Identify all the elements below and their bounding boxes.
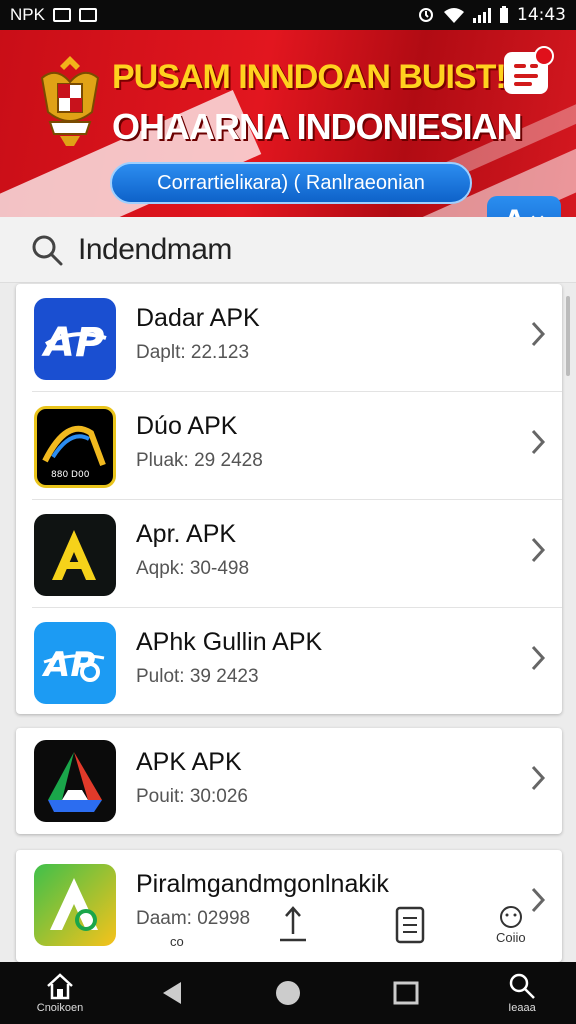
floating-toolbar: co Coiio [150,904,550,956]
smiley-icon [499,906,522,928]
nav-recents-button[interactable] [386,962,426,1024]
upload-icon[interactable] [276,904,310,944]
chevron-right-icon [531,645,546,671]
nav-home-circle-button[interactable] [268,962,308,1024]
app-drive-triangle-icon [34,740,116,822]
app-name: APK APK [136,748,242,776]
list-item[interactable]: APK APK Pouit: 30:026 [16,728,562,834]
toolbar-left-label: co [170,934,184,949]
list-item[interactable]: 880 D00 Dúo APK Pluak: 29 2428 [16,392,562,500]
nav-home-button[interactable]: Cnoikoen [30,962,90,1024]
search-bar[interactable]: Indendmam [0,217,576,283]
navigation-bar: Cnoikoen Ieaaa [0,962,576,1024]
close-icon: × [530,206,545,218]
app-list-card: AP Dadar APK Daplt: 22.123 880 D00 Dúo A… [16,284,562,714]
search-icon [32,235,63,265]
app-cyan-ap-icon: AP [34,622,116,704]
app-name: Dadar APK [136,304,260,332]
category-pill-button[interactable]: Corrartieliкara) ( Ranlraeonian [110,162,472,204]
list-item[interactable]: Apr. APK Aqpk: 30-498 [16,500,562,608]
banner-title-line1: PUSAM INNDOAN BUIST! [112,58,507,96]
home-circle-icon [276,981,300,1005]
banner-title-line2: OHAARNA INDONIESIAN [112,106,523,147]
app-list-card: APK APK Pouit: 30:026 [16,728,562,834]
chevron-right-icon [531,765,546,791]
status-bar: NPK 14:43 [0,0,576,30]
app-meta: Pulot: 39 2423 [136,666,259,687]
status-time: 14:43 [517,5,566,25]
status-carrier-text: NPK [10,5,45,24]
translate-icon: A [503,203,526,218]
alarm-icon [419,8,433,22]
nav-home-label: Cnoikoen [36,1002,84,1014]
search-icon [509,973,535,999]
app-ap-blue-icon: AP [34,298,116,380]
wifi-icon [444,8,464,23]
battery-icon [500,6,508,23]
list-item[interactable]: AP APhk Gullin APK Pulot: 39 2423 [16,608,562,716]
app-meta: Pluak: 29 2428 [136,450,263,471]
app-meta: Daplt: 22.123 [136,342,250,363]
app-green-a-icon [34,864,116,946]
document-icon[interactable] [394,904,426,946]
app-name: APhk Gullin APK [136,628,323,656]
recents-icon [393,981,419,1005]
toolbar-item-left[interactable]: co [170,934,184,949]
nav-search-button[interactable]: Ieaaa [494,962,550,1024]
toolbar-right-label: Coiio [496,930,526,945]
toolbar-item-right[interactable]: Coiio [496,904,526,945]
chevron-right-icon [531,537,546,563]
search-input[interactable]: Indendmam [78,233,232,267]
notification-button[interactable] [504,46,554,94]
app-name: Apr. APK [136,520,237,548]
gallery-notification-icon [52,8,71,22]
list-item[interactable]: AP Dadar APK Daplt: 22.123 [16,284,562,392]
hero-banner: PUSAM INNDOAN BUIST! OHAARNA INDONIESIAN… [0,30,576,217]
app-name: Piralmgandmgonlnakik [136,870,389,898]
chevron-right-icon [531,429,546,455]
app-name: Dúo APK [136,412,238,440]
home-icon [47,973,73,1000]
back-icon [163,982,181,1004]
translate-button[interactable]: A × [487,196,561,217]
nav-back-button[interactable] [152,962,192,1024]
svg-text:880 D00: 880 D00 [51,470,90,480]
notification-badge [534,46,554,66]
nav-search-label: Ieaaa [508,1002,536,1014]
app-meta: Pouit: 30:026 [136,786,248,807]
app-dua-gold-icon: 880 D00 [34,406,116,488]
scrollbar-thumb[interactable] [566,296,570,376]
garuda-emblem-icon [40,56,100,146]
chevron-right-icon [531,321,546,347]
app-yellow-a-icon [34,514,116,596]
app-notification-icon [78,8,97,22]
app-meta: Aqpk: 30-498 [136,558,250,579]
signal-icon [473,7,491,23]
